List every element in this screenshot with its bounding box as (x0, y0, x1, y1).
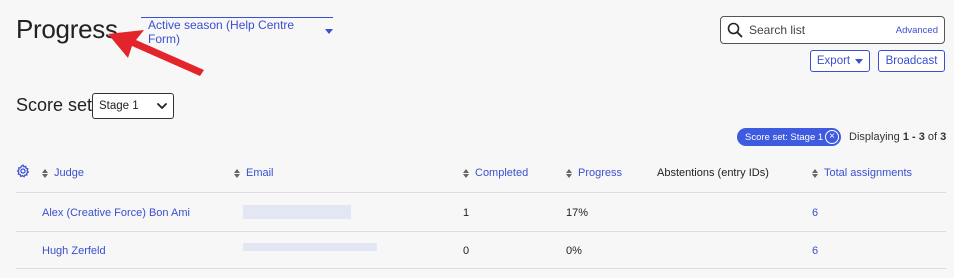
progress-value: 17% (566, 207, 589, 219)
export-button[interactable]: Export (810, 50, 870, 72)
column-header-email[interactable]: Email (234, 167, 274, 179)
sort-icon (234, 168, 240, 178)
total-assignments-link[interactable]: 6 (812, 245, 818, 257)
sort-icon (812, 168, 818, 178)
judge-name-link[interactable]: Alex (Creative Force) Bon Ami (42, 207, 190, 219)
broadcast-button[interactable]: Broadcast (878, 50, 945, 72)
score-set-label: Score set (16, 95, 93, 115)
search-field[interactable]: Advanced (720, 16, 945, 44)
chevron-down-icon (325, 29, 333, 34)
close-circle-icon[interactable]: × (825, 130, 839, 144)
row-divider (16, 231, 946, 232)
sort-icon (463, 168, 469, 178)
column-header-progress-label: Progress (578, 167, 623, 179)
email-redacted (243, 243, 377, 251)
export-button-label: Export (816, 55, 851, 67)
email-redacted (243, 205, 351, 219)
search-input[interactable] (749, 23, 879, 37)
annotation-arrow-icon (108, 30, 204, 76)
results-range: 1 - 3 (902, 131, 925, 143)
column-header-total-assignments-label: Total assignments (824, 167, 913, 179)
score-set-filter-pill: Score set: Stage 1 × (737, 128, 841, 146)
column-header-completed-label: Completed (475, 167, 529, 179)
advanced-search-link[interactable]: Advanced (896, 25, 938, 36)
column-header-judge-label: Judge (54, 167, 84, 179)
results-of: of (927, 131, 938, 143)
score-set-select[interactable]: Stage 1 (92, 93, 174, 119)
sort-icon (566, 168, 572, 178)
search-icon (727, 22, 743, 38)
column-header-judge[interactable]: Judge (42, 167, 84, 179)
chevron-down-icon (157, 102, 167, 109)
completed-value: 1 (463, 207, 470, 219)
row-divider (16, 268, 946, 269)
filter-pill-label: Score set: Stage 1 (745, 131, 824, 143)
results-total: 3 (940, 131, 947, 143)
table-header-divider (16, 192, 946, 193)
results-count-prefix: Displaying (849, 131, 900, 143)
progress-value: 0% (566, 245, 582, 257)
column-header-progress[interactable]: Progress (566, 167, 622, 179)
completed-value: 0 (463, 245, 470, 257)
results-count: Displaying 1 - 3 of 3 (849, 131, 946, 143)
judge-name-link[interactable]: Hugh Zerfeld (42, 245, 106, 257)
gear-icon[interactable] (16, 164, 30, 178)
column-header-completed[interactable]: Completed (463, 167, 528, 179)
score-set-select-value: Stage 1 (99, 100, 139, 112)
column-header-abstentions-label: Abstentions (entry IDs) (657, 167, 769, 179)
sort-icon (42, 168, 48, 178)
column-header-total-assignments[interactable]: Total assignments (812, 167, 912, 179)
column-header-email-label: Email (246, 167, 274, 179)
column-header-abstentions: Abstentions (entry IDs) (657, 167, 769, 179)
chevron-down-icon (855, 58, 864, 64)
total-assignments-link[interactable]: 6 (812, 207, 818, 219)
broadcast-button-label: Broadcast (885, 55, 938, 67)
